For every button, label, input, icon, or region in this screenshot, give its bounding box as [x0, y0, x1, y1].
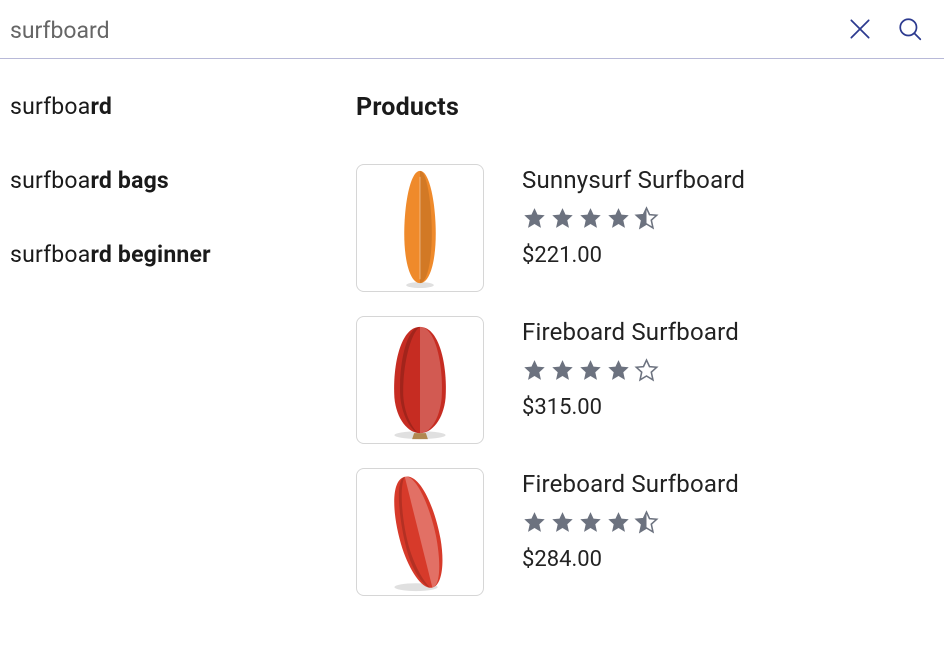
product-price: $221.00 [522, 243, 745, 268]
product-price: $284.00 [522, 547, 739, 572]
search-suggestions: surfboardsurfboard bagssurfboard beginne… [0, 93, 356, 596]
star-icon [634, 358, 659, 383]
star-icon [606, 206, 631, 231]
suggestion-prefix: surfboa [10, 241, 90, 268]
product-list: Sunnysurf Surfboard $221.00 Fireboard Su… [356, 164, 924, 596]
product-name: Fireboard Surfboard [522, 318, 739, 346]
search-bar [0, 0, 944, 59]
suggestion-prefix: surfboa [10, 93, 90, 120]
products-section: Products Sunnysurf Surfboard $221.00 Fir… [356, 93, 944, 596]
product-thumbnail [356, 468, 484, 596]
submit-search-button[interactable] [890, 10, 930, 50]
product-info: Fireboard Surfboard $284.00 [522, 468, 739, 572]
product-info: Fireboard Surfboard $315.00 [522, 316, 739, 420]
product-item[interactable]: Fireboard Surfboard $315.00 [356, 316, 924, 444]
product-name: Fireboard Surfboard [522, 470, 739, 498]
product-item[interactable]: Sunnysurf Surfboard $221.00 [356, 164, 924, 292]
star-icon [634, 510, 659, 535]
suggestion-prefix: surfboa [10, 167, 90, 194]
close-icon [847, 16, 873, 45]
star-icon [522, 510, 547, 535]
product-rating [522, 510, 739, 535]
star-icon [634, 206, 659, 231]
star-icon [606, 510, 631, 535]
suggestion-bold: rd bags [90, 167, 168, 194]
product-rating [522, 358, 739, 383]
star-icon [606, 358, 631, 383]
star-icon [550, 358, 575, 383]
clear-search-button[interactable] [840, 10, 880, 50]
suggestion-item[interactable]: surfboard bags [10, 167, 356, 194]
product-rating [522, 206, 745, 231]
product-price: $315.00 [522, 395, 739, 420]
star-icon [522, 206, 547, 231]
search-input[interactable] [10, 15, 830, 46]
suggestion-bold: rd beginner [90, 241, 210, 268]
product-thumbnail [356, 316, 484, 444]
suggestion-item[interactable]: surfboard beginner [10, 241, 356, 268]
star-icon [578, 510, 603, 535]
star-icon [578, 206, 603, 231]
suggestion-bold: rd [90, 93, 112, 120]
product-thumbnail [356, 164, 484, 292]
star-icon [578, 358, 603, 383]
suggestion-item[interactable]: surfboard [10, 93, 356, 120]
star-icon [550, 206, 575, 231]
products-heading: Products [356, 93, 924, 122]
content-area: surfboardsurfboard bagssurfboard beginne… [0, 59, 944, 596]
star-icon [550, 510, 575, 535]
product-info: Sunnysurf Surfboard $221.00 [522, 164, 745, 268]
product-item[interactable]: Fireboard Surfboard $284.00 [356, 468, 924, 596]
star-icon [522, 358, 547, 383]
product-name: Sunnysurf Surfboard [522, 166, 745, 194]
search-icon [897, 16, 923, 45]
